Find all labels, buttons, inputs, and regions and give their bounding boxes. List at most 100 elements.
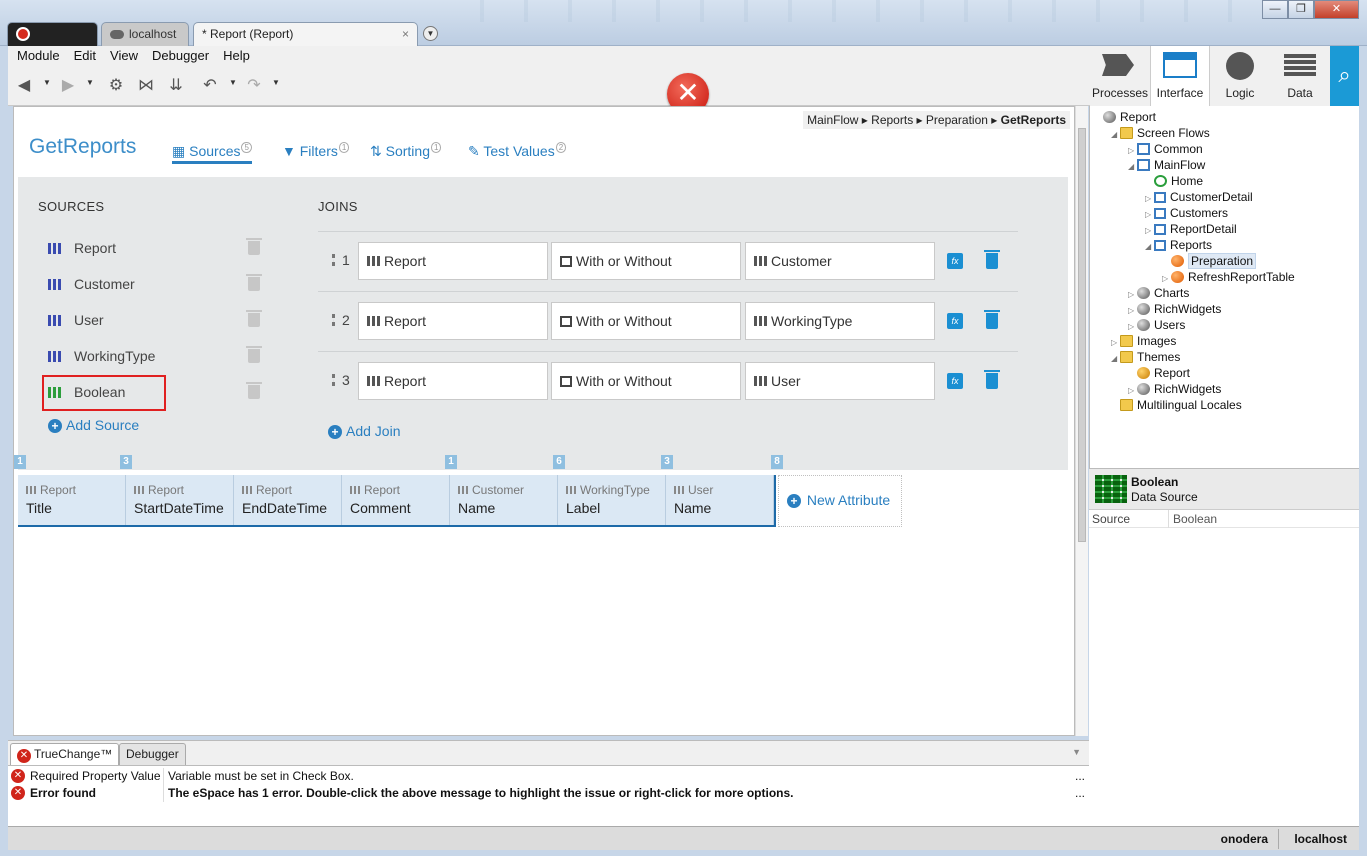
close-window-button[interactable]: ✕	[1314, 0, 1359, 19]
tree-item[interactable]: Report	[1128, 366, 1190, 382]
fx-icon[interactable]: fx	[947, 253, 963, 269]
tab-interface[interactable]: Interface	[1150, 46, 1210, 106]
join-left-entity[interactable]: Report	[358, 302, 548, 340]
attribute-column[interactable]: Report Comment	[342, 475, 450, 525]
expand-icon[interactable]: ▷	[1128, 386, 1137, 395]
source-item[interactable]: Customer	[48, 276, 168, 298]
minimize-button[interactable]: —	[1262, 0, 1288, 19]
attribute-column[interactable]: Customer Name	[450, 475, 558, 525]
editor-scrollbar[interactable]	[1075, 106, 1088, 736]
collapse-icon[interactable]: ◢	[1111, 130, 1120, 139]
tree-item[interactable]: ◢ Themes	[1111, 350, 1180, 366]
expand-icon[interactable]: ▷	[1162, 274, 1171, 283]
message-row[interactable]: ✕ Required Property Value Variable must …	[8, 768, 1089, 785]
maximize-button[interactable]: ❐	[1288, 0, 1314, 19]
back-dropdown-icon[interactable]: ▼	[43, 78, 51, 87]
tree-item[interactable]: Report	[1094, 110, 1156, 126]
tab-processes[interactable]: Processes	[1090, 46, 1150, 106]
tree-item[interactable]: ▷ Charts	[1128, 286, 1189, 302]
join-type[interactable]: With or Without	[551, 242, 741, 280]
attribute-column[interactable]: Report Title	[18, 475, 126, 525]
publish-icon[interactable]: ⇊	[166, 76, 186, 96]
source-item[interactable]: WorkingType	[48, 348, 168, 370]
more-button[interactable]: ...	[1075, 769, 1085, 783]
attribute-column[interactable]: WorkingType Label	[558, 475, 666, 525]
forward-dropdown-icon[interactable]: ▼	[86, 78, 94, 87]
scrollbar-thumb[interactable]	[1078, 128, 1086, 542]
tab-localhost[interactable]: localhost	[101, 22, 189, 46]
tab-sources[interactable]: ▦ Sources 5	[172, 142, 252, 164]
tree-item[interactable]: Preparation	[1162, 253, 1257, 270]
join-number[interactable]: 2	[332, 312, 350, 328]
expand-icon[interactable]: ▷	[1145, 226, 1154, 235]
collapse-icon[interactable]: ◢	[1128, 162, 1137, 171]
back-icon[interactable]: ◀	[14, 76, 34, 96]
tab-outsystems[interactable]: outsystems	[7, 22, 98, 63]
breadcrumb-item[interactable]: Preparation	[926, 113, 988, 127]
expand-icon[interactable]: ▷	[1128, 146, 1137, 155]
redo-dropdown-icon[interactable]: ▼	[272, 78, 280, 87]
tree-item[interactable]: ▷ CustomerDetail	[1145, 190, 1253, 206]
delete-join-icon[interactable]	[984, 310, 1000, 329]
fx-icon[interactable]: fx	[947, 313, 963, 329]
search-button[interactable]: ⌕	[1330, 46, 1359, 106]
attribute-column[interactable]: Report EndDateTime	[234, 475, 342, 525]
tree-item[interactable]: ▷ Common	[1128, 142, 1203, 158]
message-row[interactable]: ✕ Error found The eSpace has 1 error. Do…	[8, 785, 1089, 802]
expand-icon[interactable]: ▷	[1145, 194, 1154, 203]
join-right-entity[interactable]: Customer	[745, 242, 935, 280]
forward-icon[interactable]: ▶	[58, 76, 78, 96]
tree-item[interactable]: ▷ Images	[1111, 334, 1176, 350]
tab-report[interactable]: * Report (Report) ×	[193, 22, 418, 46]
add-join-link[interactable]: + Add Join	[328, 423, 400, 439]
expand-icon[interactable]: ▷	[1128, 322, 1137, 331]
join-right-entity[interactable]: User	[745, 362, 935, 400]
tab-sorting[interactable]: ⇅ Sorting 1	[370, 142, 442, 160]
join-number[interactable]: 1	[332, 252, 350, 268]
collapse-icon[interactable]: ◢	[1145, 242, 1154, 251]
attribute-column[interactable]: User Name	[666, 475, 774, 525]
menu-help[interactable]: Help	[216, 46, 257, 66]
expand-icon[interactable]: ▷	[1128, 306, 1137, 315]
panel-collapse-icon[interactable]: ▼	[1072, 747, 1081, 757]
new-attribute-button[interactable]: + New Attribute	[778, 475, 902, 527]
delete-join-icon[interactable]	[984, 370, 1000, 389]
tree-item[interactable]: ▷ ReportDetail	[1145, 222, 1237, 238]
menu-edit[interactable]: Edit	[67, 46, 103, 66]
tab-list-dropdown-icon[interactable]: ▼	[423, 26, 438, 41]
delete-source-icon[interactable]	[246, 274, 262, 291]
source-item[interactable]: User	[48, 312, 168, 334]
join-number[interactable]: 3	[332, 372, 350, 388]
expand-icon[interactable]: ▷	[1145, 210, 1154, 219]
attribute-column[interactable]: Report StartDateTime	[126, 475, 234, 525]
collapse-icon[interactable]: ◢	[1111, 354, 1120, 363]
tree-item[interactable]: ▷ RichWidgets	[1128, 302, 1221, 318]
redo-icon[interactable]: ↷	[244, 76, 264, 96]
tree-item[interactable]: ▷ RichWidgets	[1128, 382, 1221, 398]
delete-source-icon[interactable]	[246, 310, 262, 327]
tree-item[interactable]: Home	[1145, 174, 1203, 190]
undo-icon[interactable]: ↶	[200, 76, 220, 96]
tree-item[interactable]: ◢ Reports	[1145, 238, 1212, 254]
compare-icon[interactable]: ⋈	[136, 76, 156, 96]
tab-truechange[interactable]: ✕ TrueChange™	[10, 743, 120, 765]
delete-join-icon[interactable]	[984, 250, 1000, 269]
join-right-entity[interactable]: WorkingType	[745, 302, 935, 340]
fx-icon[interactable]: fx	[947, 373, 963, 389]
close-tab-icon[interactable]: ×	[402, 23, 409, 45]
property-value[interactable]: Boolean	[1173, 512, 1217, 526]
gear-icon[interactable]: ⚙	[106, 76, 126, 96]
page-title[interactable]: GetReports	[29, 135, 136, 159]
tree-item[interactable]: ◢ Screen Flows	[1111, 126, 1210, 142]
delete-source-icon[interactable]	[246, 346, 262, 363]
menu-debugger[interactable]: Debugger	[145, 46, 216, 66]
tab-test-values[interactable]: ✎ Test Values 2	[468, 142, 567, 160]
add-source-link[interactable]: + Add Source	[48, 417, 139, 433]
delete-source-icon[interactable]	[246, 238, 262, 255]
delete-source-icon[interactable]	[246, 382, 262, 399]
tree-item[interactable]: ◢ MainFlow	[1128, 158, 1205, 174]
join-type[interactable]: With or Without	[551, 302, 741, 340]
join-type[interactable]: With or Without	[551, 362, 741, 400]
expand-icon[interactable]: ▷	[1111, 338, 1120, 347]
tree-item[interactable]: Multilingual Locales	[1111, 398, 1242, 414]
